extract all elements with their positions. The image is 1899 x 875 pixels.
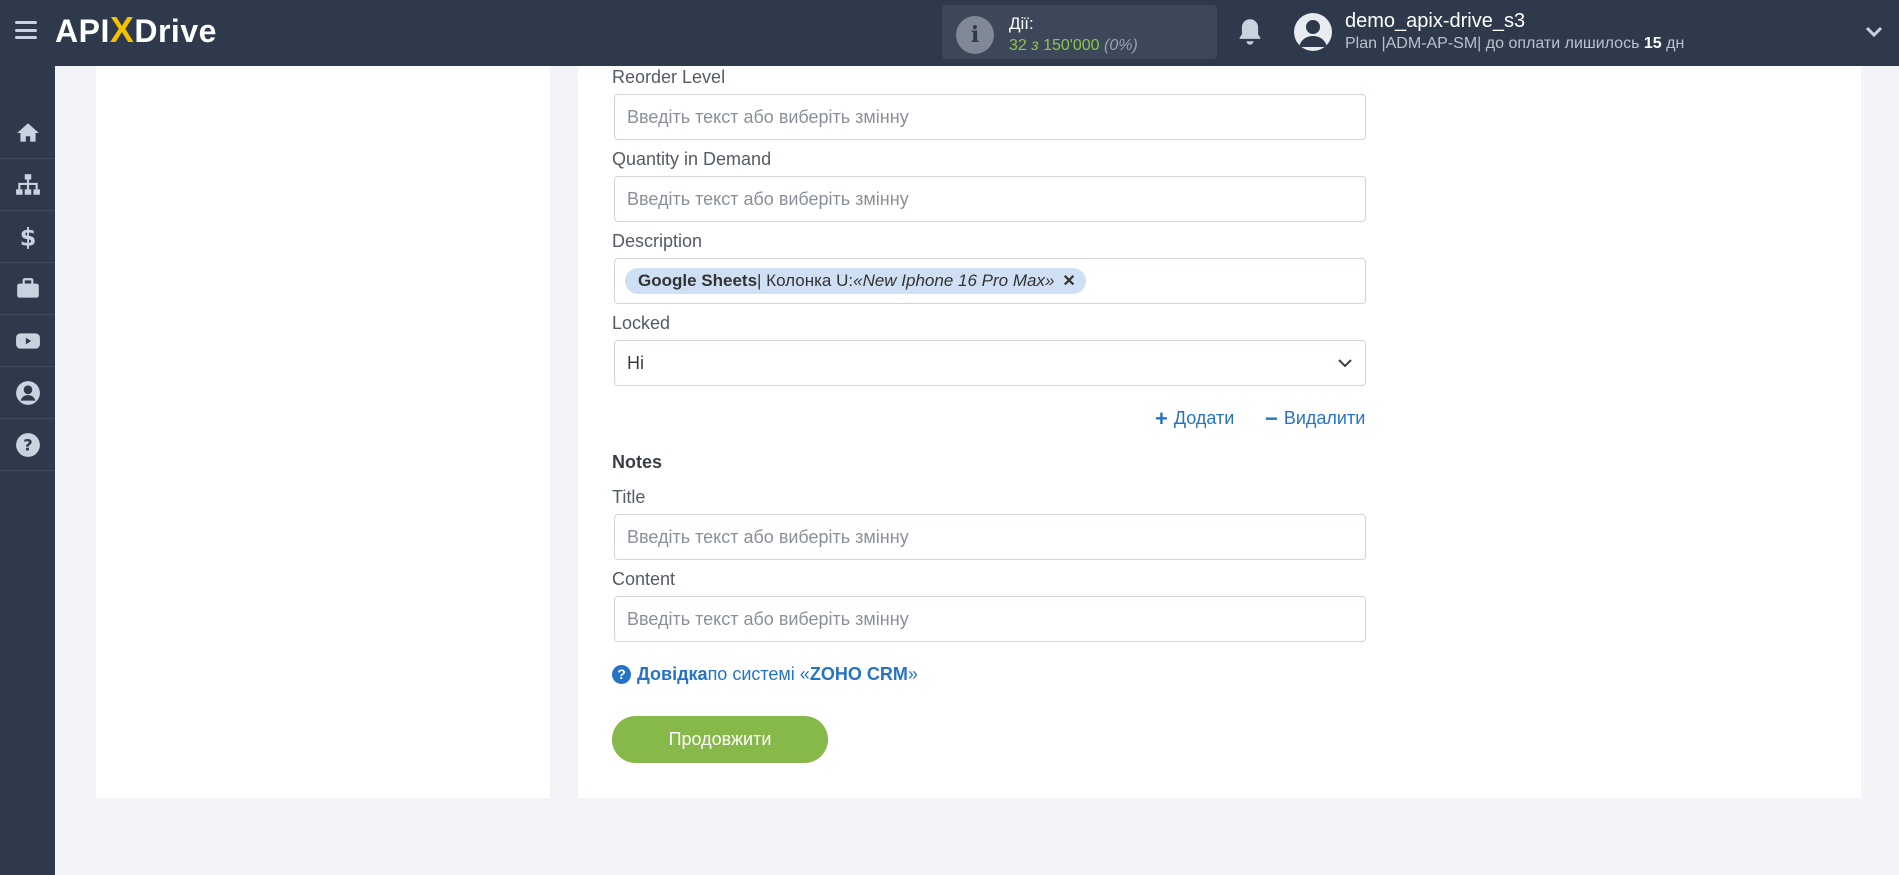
- description-label: Description: [612, 231, 703, 251]
- locked-label: Locked: [612, 313, 671, 333]
- add-button[interactable]: + Додати: [1155, 405, 1234, 431]
- user-name[interactable]: demo_apix-drive_s3: [1345, 10, 1525, 33]
- title-label: Title: [612, 487, 646, 507]
- youtube-icon: [15, 332, 40, 349]
- svg-text:?: ?: [23, 435, 32, 454]
- dollar-icon: $: [19, 224, 36, 250]
- user-circle-icon: [15, 380, 40, 405]
- logo[interactable]: APIXDrive: [55, 10, 217, 51]
- sitemap-icon: [15, 173, 40, 195]
- help-link[interactable]: ? Довідка по системі «ZOHO CRM»: [612, 664, 918, 685]
- locked-value: Ні: [627, 352, 644, 373]
- chevron-down-icon[interactable]: [1864, 22, 1884, 42]
- left-panel: [96, 66, 550, 798]
- bell-icon[interactable]: [1236, 17, 1264, 47]
- sidebar: $ ?: [0, 66, 55, 875]
- reorder-level-label: Reorder Level: [612, 67, 726, 87]
- variable-tag[interactable]: Google Sheets | Колонка U: «New Iphone 1…: [625, 268, 1086, 294]
- description-input[interactable]: Google Sheets | Колонка U: «New Iphone 1…: [614, 258, 1366, 304]
- notes-section-title: Notes: [612, 452, 663, 472]
- content-input[interactable]: Введіть текст або виберіть змінну: [614, 596, 1366, 642]
- question-icon: ?: [612, 665, 631, 684]
- user-plan: Plan |ADM-AP-SM| до оплати лишилось 15 д…: [1345, 35, 1685, 52]
- menu-icon[interactable]: [15, 21, 37, 39]
- sidebar-item-connections[interactable]: [0, 159, 55, 211]
- title-input[interactable]: Введіть текст або виберіть змінну: [614, 514, 1366, 560]
- actions-counter[interactable]: i Дії: 32 з 150'000 (0%): [942, 5, 1217, 59]
- help-icon: ?: [15, 432, 40, 457]
- sidebar-item-profile[interactable]: [0, 367, 55, 419]
- info-icon: i: [956, 16, 994, 54]
- content-label: Content: [612, 569, 676, 589]
- close-icon[interactable]: ✕: [1062, 271, 1075, 291]
- plus-icon: +: [1155, 405, 1168, 431]
- svg-text:$: $: [19, 224, 36, 250]
- sidebar-item-services[interactable]: [0, 263, 55, 315]
- chevron-down-icon: [1338, 359, 1352, 368]
- sidebar-item-help[interactable]: ?: [0, 419, 55, 471]
- sidebar-item-home[interactable]: [0, 107, 55, 159]
- locked-select[interactable]: Ні: [614, 340, 1366, 386]
- remove-button[interactable]: − Видалити: [1265, 405, 1365, 431]
- reorder-level-input[interactable]: Введіть текст або виберіть змінну: [614, 94, 1366, 140]
- quantity-demand-label: Quantity in Demand: [612, 149, 772, 169]
- actions-label: Дії:: [1009, 14, 1034, 33]
- continue-button[interactable]: Продовжити: [612, 716, 828, 763]
- sidebar-item-billing[interactable]: $: [0, 211, 55, 263]
- home-icon: [16, 122, 39, 142]
- briefcase-icon: [16, 277, 39, 298]
- top-bar: APIXDrive i Дії: 32 з 150'000 (0%) demo_…: [0, 0, 1899, 66]
- sidebar-item-video[interactable]: [0, 315, 55, 367]
- actions-count: 32 з 150'000 (0%): [1009, 37, 1138, 54]
- quantity-demand-input[interactable]: Введіть текст або виберіть змінну: [614, 176, 1366, 222]
- minus-icon: −: [1265, 405, 1278, 431]
- avatar[interactable]: [1294, 13, 1332, 51]
